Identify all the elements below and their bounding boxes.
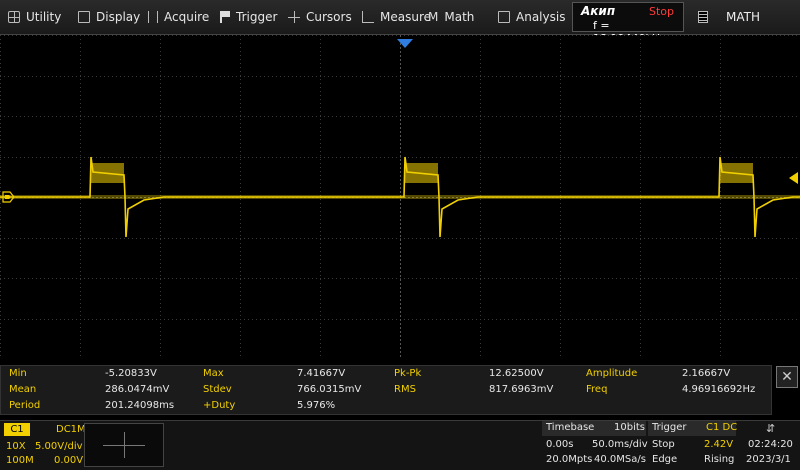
menu-math-label: Math [444, 10, 475, 24]
waveform-svg [0, 35, 800, 359]
menu-acquire[interactable]: Acquire [148, 0, 209, 34]
trigger-level: 2.42V [704, 439, 734, 450]
trigger-flag-icon [220, 11, 230, 23]
channel1-offset: 0.00V [54, 455, 84, 466]
trigger-state: Stop [652, 439, 675, 450]
channel1-coupling: DC1M [56, 424, 86, 435]
measure-value: 817.6963mV [489, 384, 554, 395]
measure-value: 766.0315mV [297, 384, 362, 395]
channel1-probe: 10X [6, 441, 26, 452]
pulse-noise-band [720, 163, 753, 183]
measure-label: Mean [9, 384, 37, 395]
analysis-icon [498, 11, 510, 23]
measurement-table: Min -5.20833V Max 7.41667V Pk-Pk 12.6250… [0, 365, 772, 415]
timebase-delay: 0.00s [546, 439, 574, 450]
measure-label: Pk-Pk [394, 368, 422, 379]
menu-cursors-label: Cursors [306, 10, 352, 24]
measure-icon [362, 11, 374, 23]
menu-math[interactable]: M Math [428, 0, 474, 34]
measure-value: 12.62500V [489, 368, 544, 379]
measure-value: 5.976% [297, 400, 336, 411]
timebase-memory: 20.0Mpts [546, 454, 593, 465]
menu-display-label: Display [96, 10, 141, 24]
timebase-title: Timebase [546, 422, 595, 433]
measure-value: 7.41667V [297, 368, 346, 379]
measure-label: Period [9, 400, 41, 411]
measure-label: Freq [586, 384, 608, 395]
acquire-icon [148, 11, 158, 23]
timebase-panel[interactable]: Timebase 10bits 0.00s 50.0ms/div 20.0Mpt… [542, 421, 648, 469]
channel1-panel[interactable]: C1 DC1M 10X 5.00V/div 100M 0.00V [2, 423, 86, 467]
measure-label: +Duty [203, 400, 236, 411]
math-button-label: MATH [726, 10, 760, 24]
menu-bar: Utility Display Acquire Trigger Cursors … [0, 0, 800, 45]
bottom-status-bar: C1 DC1M 10X 5.00V/div 100M 0.00V Timebas… [0, 420, 800, 470]
pulse-noise-band [405, 163, 438, 183]
measure-label: Max [203, 368, 224, 379]
math-button[interactable]: MATH [690, 0, 800, 34]
measure-label: Min [9, 368, 27, 379]
channel1-scale: 5.00V/div [35, 441, 83, 452]
baseline-noise-band [0, 195, 800, 199]
measure-value: 201.24098ms [105, 400, 175, 411]
trigger-channel: C1 DC [706, 422, 738, 433]
usb-icon: ⇵ [766, 422, 776, 435]
clock-time: 02:24:20 [748, 439, 793, 450]
menu-utility-label: Utility [26, 10, 62, 24]
menu-analysis-label: Analysis [516, 10, 566, 24]
timebase-sample-rate: 40.0MSa/s [594, 454, 646, 465]
utility-icon [8, 11, 20, 23]
clock-panel: ⇵ 02:24:20 2023/3/1 [740, 421, 800, 469]
channel1-bandwidth: 100M [6, 455, 34, 466]
clock-date: 2023/3/1 [746, 454, 791, 465]
menu-measure[interactable]: Measure [362, 0, 431, 34]
menu-trigger[interactable]: Trigger [220, 0, 277, 34]
run-state-badge[interactable]: Stop [649, 5, 674, 18]
measure-value: -5.20833V [105, 368, 157, 379]
close-icon: ✕ [781, 369, 793, 385]
measure-label: RMS [394, 384, 416, 395]
menu-display[interactable]: Display [78, 0, 140, 34]
close-measurements-button[interactable]: ✕ [776, 366, 798, 388]
menu-analysis[interactable]: Analysis [498, 0, 565, 34]
pulse-noise-band [91, 163, 124, 183]
document-icon [698, 11, 708, 23]
menu-utility[interactable]: Utility [8, 0, 61, 34]
timebase-resolution: 10bits [614, 422, 645, 433]
trigger-title: Trigger [652, 422, 687, 433]
waveform-display[interactable] [0, 35, 800, 359]
status-box: Акип Stop f = 18.19440kHz [572, 2, 684, 45]
trigger-panel[interactable]: Trigger C1 DC Stop 2.42V Edge Rising [648, 421, 738, 469]
timebase-scale: 50.0ms/div [592, 439, 648, 450]
menu-acquire-label: Acquire [164, 10, 210, 24]
brand-logo: Акип [581, 4, 616, 18]
display-icon [78, 11, 90, 23]
measure-value: 4.96916692Hz [682, 384, 756, 395]
measure-label: Stdev [203, 384, 232, 395]
menu-trigger-label: Trigger [236, 10, 278, 24]
measure-value: 286.0474mV [105, 384, 170, 395]
menu-cursors[interactable]: Cursors [288, 0, 352, 34]
channel1-tag: C1 [4, 423, 30, 436]
measure-label: Amplitude [586, 368, 638, 379]
cursors-icon [288, 11, 300, 23]
measure-value: 2.16667V [682, 368, 731, 379]
trigger-slope: Rising [704, 454, 735, 465]
trigger-type: Edge [652, 454, 678, 465]
channel-preview-window[interactable] [84, 423, 164, 467]
math-icon: M [428, 10, 439, 24]
menu-measure-label: Measure [380, 10, 431, 24]
